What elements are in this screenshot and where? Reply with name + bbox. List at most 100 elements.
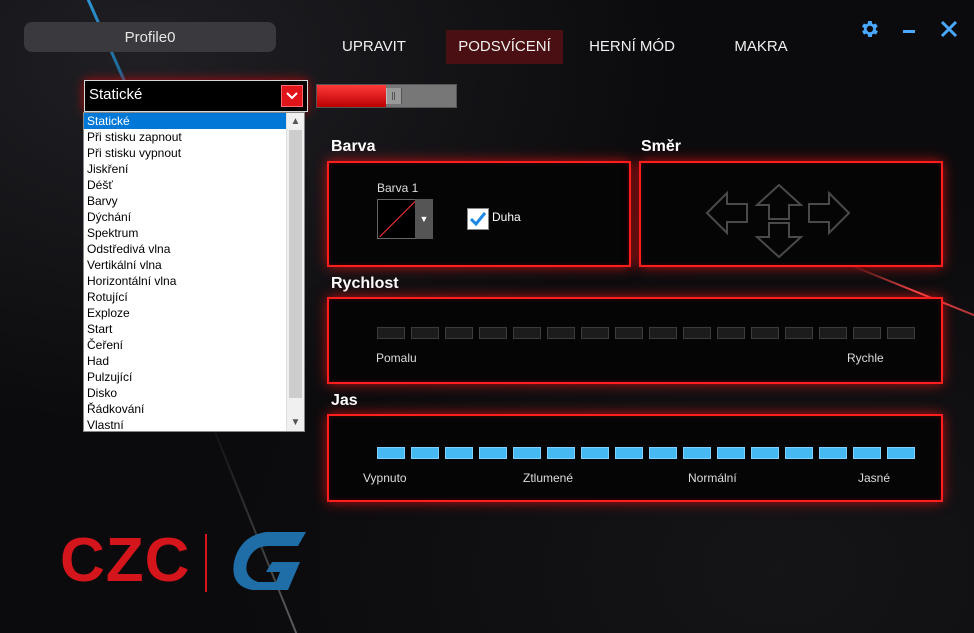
color-section-title: Barva bbox=[331, 138, 376, 155]
speed-step[interactable] bbox=[649, 327, 677, 339]
brightness-section-title: Jas bbox=[331, 392, 358, 409]
arrow-left-icon[interactable] bbox=[705, 190, 748, 236]
tab-podsviceni[interactable]: PODSVÍCENÍ bbox=[446, 30, 563, 64]
brightness-step[interactable] bbox=[581, 447, 609, 459]
brightness-label-bright: Jasné bbox=[858, 471, 891, 485]
czc-g-emblem-icon bbox=[233, 532, 306, 590]
chevron-down-icon[interactable] bbox=[281, 85, 303, 107]
brightness-step[interactable] bbox=[649, 447, 677, 459]
scroll-thumb[interactable] bbox=[289, 130, 302, 398]
tab-herni-mod[interactable]: HERNÍ MÓD bbox=[580, 30, 684, 64]
speed-max-label: Rychle bbox=[847, 351, 884, 365]
scroll-down-icon[interactable]: ▼ bbox=[287, 414, 304, 431]
effect-option[interactable]: Start bbox=[84, 321, 286, 337]
color-picker-dropdown-icon[interactable]: ▼ bbox=[415, 199, 433, 239]
profile-name: Profile0 bbox=[124, 28, 176, 46]
effect-option[interactable]: Dýchání bbox=[84, 209, 286, 225]
brightness-panel: Vypnuto Ztlumené Normální Jasné bbox=[327, 414, 943, 502]
color-panel: Barva 1 ▼ Duha bbox=[327, 161, 631, 267]
effect-option[interactable]: Déšť bbox=[84, 177, 286, 193]
window-controls bbox=[858, 18, 960, 40]
speed-step[interactable] bbox=[479, 327, 507, 339]
brightness-step[interactable] bbox=[887, 447, 915, 459]
effect-option[interactable]: Statické bbox=[84, 113, 286, 129]
effect-dropdown-list: Statické Při stisku zapnout Při stisku v… bbox=[83, 112, 305, 432]
speed-slider[interactable] bbox=[377, 327, 915, 339]
speed-section-title: Rychlost bbox=[331, 275, 399, 292]
effect-option[interactable]: Řádkování bbox=[84, 401, 286, 417]
speed-step[interactable] bbox=[377, 327, 405, 339]
speed-min-label: Pomalu bbox=[376, 351, 417, 365]
brightness-step[interactable] bbox=[853, 447, 881, 459]
speed-step[interactable] bbox=[683, 327, 711, 339]
rainbow-checkbox[interactable] bbox=[467, 208, 489, 230]
tab-upravit[interactable]: UPRAVIT bbox=[330, 30, 418, 64]
brightness-step[interactable] bbox=[411, 447, 439, 459]
brightness-step[interactable] bbox=[479, 447, 507, 459]
lighting-toggle[interactable] bbox=[316, 84, 457, 108]
effect-option[interactable]: Spektrum bbox=[84, 225, 286, 241]
brightness-step[interactable] bbox=[513, 447, 541, 459]
effect-option[interactable]: Exploze bbox=[84, 305, 286, 321]
direction-arrows bbox=[705, 183, 851, 259]
speed-step[interactable] bbox=[887, 327, 915, 339]
effect-select[interactable]: Statické bbox=[84, 80, 308, 112]
brightness-step[interactable] bbox=[751, 447, 779, 459]
effect-option[interactable]: Jiskření bbox=[84, 161, 286, 177]
brightness-step[interactable] bbox=[785, 447, 813, 459]
arrow-up-icon[interactable] bbox=[754, 183, 804, 220]
speed-step[interactable] bbox=[411, 327, 439, 339]
scroll-up-icon[interactable]: ▲ bbox=[287, 113, 304, 130]
speed-step[interactable] bbox=[615, 327, 643, 339]
effect-option[interactable]: Horizontální vlna bbox=[84, 273, 286, 289]
profile-selector[interactable]: Profile0 bbox=[24, 22, 276, 52]
gear-icon[interactable] bbox=[858, 18, 880, 40]
speed-step[interactable] bbox=[785, 327, 813, 339]
effect-option[interactable]: Pulzující bbox=[84, 369, 286, 385]
toggle-fill bbox=[317, 85, 386, 107]
speed-step[interactable] bbox=[547, 327, 575, 339]
minimize-icon[interactable] bbox=[898, 18, 920, 40]
effect-select-value: Statické bbox=[89, 86, 143, 103]
color-1-swatch[interactable] bbox=[377, 199, 417, 239]
brightness-step[interactable] bbox=[615, 447, 643, 459]
close-icon[interactable] bbox=[938, 18, 960, 40]
effect-option[interactable]: Rotující bbox=[84, 289, 286, 305]
brightness-slider[interactable] bbox=[377, 447, 915, 459]
direction-section-title: Směr bbox=[641, 138, 682, 155]
brightness-label-dim: Ztlumené bbox=[523, 471, 574, 485]
color-1-label: Barva 1 bbox=[377, 181, 419, 195]
speed-panel: Pomalu Rychle bbox=[327, 297, 943, 384]
effect-option[interactable]: Disko bbox=[84, 385, 286, 401]
effect-option[interactable]: Při stisku vypnout bbox=[84, 145, 286, 161]
arrow-right-icon[interactable] bbox=[808, 190, 851, 236]
effect-option[interactable]: Barvy bbox=[84, 193, 286, 209]
effect-option[interactable]: Vertikální vlna bbox=[84, 257, 286, 273]
dropdown-scrollbar[interactable]: ▲ ▼ bbox=[286, 113, 304, 431]
speed-step[interactable] bbox=[445, 327, 473, 339]
brightness-step[interactable] bbox=[717, 447, 745, 459]
effect-option[interactable]: Při stisku zapnout bbox=[84, 129, 286, 145]
brightness-label-normal: Normální bbox=[688, 471, 737, 485]
speed-step[interactable] bbox=[513, 327, 541, 339]
speed-step[interactable] bbox=[751, 327, 779, 339]
direction-panel bbox=[639, 161, 943, 267]
brightness-step[interactable] bbox=[445, 447, 473, 459]
effect-option[interactable]: Odstředivá vlna bbox=[84, 241, 286, 257]
arrow-down-icon[interactable] bbox=[754, 222, 804, 259]
brightness-step[interactable] bbox=[547, 447, 575, 459]
effect-option[interactable]: Vlastní bbox=[84, 417, 286, 431]
logo-divider bbox=[205, 534, 207, 592]
brightness-step[interactable] bbox=[377, 447, 405, 459]
toggle-knob[interactable] bbox=[386, 88, 402, 104]
effect-option[interactable]: Had bbox=[84, 353, 286, 369]
tab-makra[interactable]: MAKRA bbox=[722, 30, 800, 64]
effect-option[interactable]: Čeření bbox=[84, 337, 286, 353]
czc-logo-text: CZC bbox=[60, 526, 191, 595]
brightness-step[interactable] bbox=[819, 447, 847, 459]
speed-step[interactable] bbox=[853, 327, 881, 339]
speed-step[interactable] bbox=[819, 327, 847, 339]
speed-step[interactable] bbox=[717, 327, 745, 339]
brightness-step[interactable] bbox=[683, 447, 711, 459]
speed-step[interactable] bbox=[581, 327, 609, 339]
